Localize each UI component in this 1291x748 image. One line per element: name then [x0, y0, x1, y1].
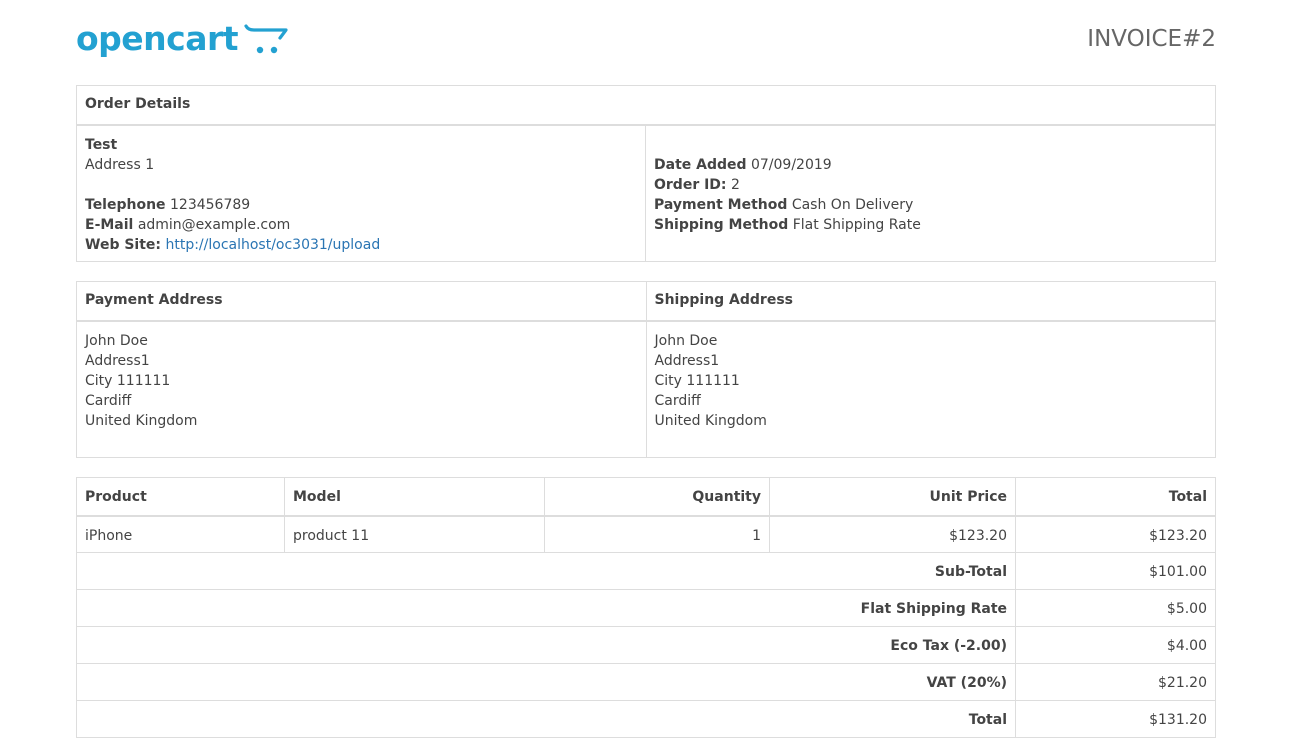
column-header-product: Product — [76, 477, 285, 517]
order-id: Order ID: 2 — [654, 175, 1207, 195]
totals-label: Flat Shipping Rate — [76, 589, 1016, 627]
store-telephone: Telephone 123456789 — [85, 195, 637, 215]
shipping-method-value: Flat Shipping Rate — [792, 216, 921, 233]
payment-address-line: Cardiff — [85, 392, 132, 409]
payment-address-line: John Doe — [85, 332, 148, 349]
product-model: product 11 — [284, 515, 545, 553]
totals-row: Eco Tax (-2.00) $4.00 — [76, 626, 1216, 664]
table-row: iPhone product 11 1 $123.20 $123.20 — [76, 515, 1216, 553]
invoice-page: opencart INVOICE#2 Order Details Test Ad… — [0, 0, 1291, 748]
invoice-title: INVOICE#2 — [1087, 26, 1216, 52]
totals-label: VAT (20%) — [76, 663, 1016, 701]
product-total: $123.20 — [1015, 515, 1216, 553]
payment-address-line: United Kingdom — [85, 412, 198, 429]
order-id-label: Order ID: — [654, 176, 727, 193]
shipping-address-line: United Kingdom — [654, 412, 767, 429]
store-info-cell: Test Address 1 Telephone 123456789 E-Mai… — [76, 124, 646, 262]
payment-method-label: Payment Method — [654, 196, 788, 213]
shipping-address-line: Cardiff — [654, 392, 701, 409]
telephone-value: 123456789 — [170, 196, 251, 213]
column-header-model: Model — [284, 477, 545, 517]
totals-label: Eco Tax (-2.00) — [76, 626, 1016, 664]
totals-label: Sub-Total — [76, 552, 1016, 590]
logo-text: opencart — [76, 19, 239, 58]
email-value: admin@example.com — [137, 216, 291, 233]
shipping-address-heading: Shipping Address — [645, 281, 1216, 322]
order-info-cell: Date Added 07/09/2019 Order ID: 2 Paymen… — [645, 124, 1216, 262]
shipping-address-line: Address1 — [654, 352, 720, 369]
cart-icon — [244, 24, 288, 54]
website-label: Web Site: — [85, 236, 162, 253]
website-link[interactable]: http://localhost/oc3031/upload — [165, 237, 380, 253]
product-unit-price: $123.20 — [769, 515, 1016, 553]
payment-address-cell: John Doe Address1 City 111111 Cardiff Un… — [76, 320, 647, 458]
address-table: Payment Address Shipping Address John Do… — [76, 281, 1216, 458]
payment-method-value: Cash On Delivery — [791, 196, 914, 213]
date-added: Date Added 07/09/2019 — [654, 155, 1207, 175]
column-header-unit-price: Unit Price — [769, 477, 1016, 517]
totals-value: $101.00 — [1015, 552, 1216, 590]
store-name: Test — [85, 136, 118, 153]
column-header-total: Total — [1015, 477, 1216, 517]
shipping-method: Shipping Method Flat Shipping Rate — [654, 215, 1207, 235]
payment-address-heading: Payment Address — [76, 281, 647, 322]
shipping-method-label: Shipping Method — [654, 216, 789, 233]
email-label: E-Mail — [85, 216, 134, 233]
order-details-heading: Order Details — [76, 85, 1216, 126]
telephone-label: Telephone — [85, 196, 166, 213]
totals-row: Flat Shipping Rate $5.00 — [76, 589, 1216, 627]
totals-row: Sub-Total $101.00 — [76, 552, 1216, 590]
payment-method: Payment Method Cash On Delivery — [654, 195, 1207, 215]
store-website: Web Site: http://localhost/oc3031/upload — [85, 235, 637, 255]
date-added-label: Date Added — [654, 156, 747, 173]
totals-value: $4.00 — [1015, 626, 1216, 664]
totals-value: $5.00 — [1015, 589, 1216, 627]
store-address: Address 1 — [85, 156, 155, 173]
grand-total-value: $131.20 — [1015, 700, 1216, 738]
grand-total-label: Total — [76, 700, 1016, 738]
column-header-quantity: Quantity — [544, 477, 770, 517]
totals-row: VAT (20%) $21.20 — [76, 663, 1216, 701]
totals-row: Total $131.20 — [76, 700, 1216, 738]
order-details-table: Order Details Test Address 1 Telephone 1… — [76, 85, 1216, 262]
payment-address-line: Address1 — [85, 352, 150, 369]
payment-address-line: City 111111 — [85, 372, 171, 389]
product-name: iPhone — [76, 515, 285, 553]
order-id-value: 2 — [730, 176, 740, 193]
shipping-address-cell: John Doe Address1 City 111111 Cardiff Un… — [645, 320, 1216, 458]
invoice-header: opencart INVOICE#2 — [76, 16, 1216, 66]
date-added-value: 07/09/2019 — [750, 156, 832, 173]
store-email: E-Mail admin@example.com — [85, 215, 637, 235]
products-table: Product Model Quantity Unit Price Total … — [76, 477, 1216, 738]
opencart-logo: opencart — [76, 20, 290, 58]
shipping-address-line: City 111111 — [654, 372, 740, 389]
totals-value: $21.20 — [1015, 663, 1216, 701]
product-quantity: 1 — [544, 515, 770, 553]
shipping-address-line: John Doe — [654, 332, 718, 349]
